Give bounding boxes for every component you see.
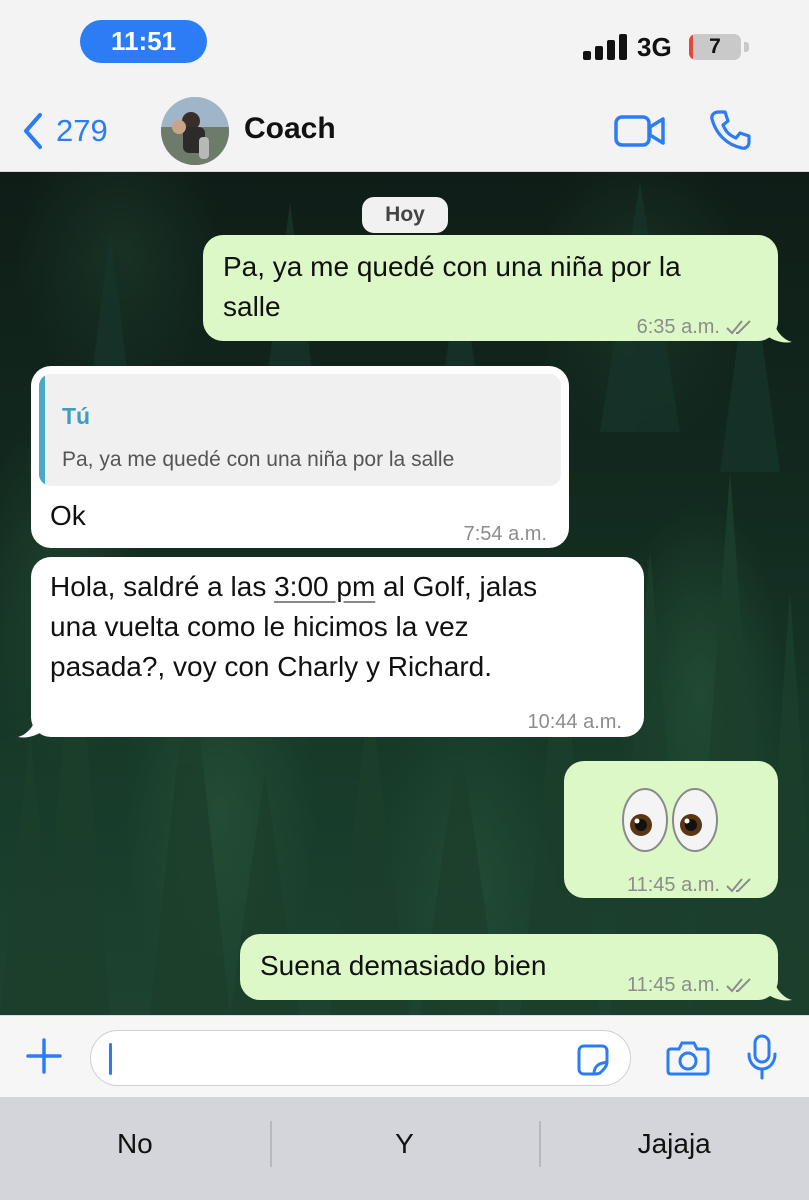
quoted-message[interactable]: Tú Pa, ya me quedé con una niña por la s… <box>39 374 561 486</box>
plus-icon[interactable] <box>24 1036 64 1076</box>
day-separator: Hoy <box>362 197 448 233</box>
double-check-icon <box>726 978 751 993</box>
message-time: 7:54 a.m. <box>463 523 547 545</box>
message-meta: 11:45 a.m. <box>627 865 756 905</box>
bubble-tail <box>764 322 792 343</box>
message-outgoing[interactable]: 11:45 a.m. <box>564 761 778 898</box>
microphone-icon[interactable] <box>746 1034 778 1080</box>
contact-avatar[interactable] <box>161 97 229 165</box>
battery-level: 7 <box>709 35 721 58</box>
suggestion-1[interactable]: No <box>0 1097 270 1191</box>
message-text-line: Hola, saldré a las 3:00 pm al Golf, jala… <box>50 567 537 607</box>
message-outgoing[interactable]: Pa, ya me quedé con una niña por la sall… <box>203 235 778 341</box>
avatar-photo <box>161 97 229 165</box>
battery-cap <box>744 42 749 52</box>
message-text-line: salle <box>223 291 281 322</box>
bubble-tail <box>18 717 46 738</box>
message-meta: 6:35 a.m. <box>637 307 756 347</box>
message-text: Ok <box>50 500 86 531</box>
sticker-icon[interactable] <box>576 1043 610 1077</box>
double-check-icon <box>726 320 751 335</box>
message-time: 6:35 a.m. <box>636 316 720 338</box>
message-incoming[interactable]: Hola, saldré a las 3:00 pm al Golf, jala… <box>31 557 644 737</box>
message-incoming[interactable]: Tú Pa, ya me quedé con una niña por la s… <box>31 366 569 548</box>
network-type: 3G <box>637 32 672 62</box>
message-time: 11:45 a.m. <box>626 974 720 996</box>
video-call-icon[interactable] <box>614 114 666 148</box>
camera-icon[interactable] <box>666 1040 710 1076</box>
bubble-tail <box>764 980 792 1001</box>
message-meta: 10:44 a.m. <box>527 702 622 742</box>
message-text-line: pasada?, voy con Charly y Richard. <box>50 651 492 682</box>
eyes-emoji-icon <box>622 788 718 852</box>
status-time: 11:51 <box>80 20 207 63</box>
double-check-icon <box>726 878 751 893</box>
unread-count: 279 <box>56 113 108 148</box>
time-link[interactable]: 3:00 pm <box>274 571 375 602</box>
suggestion-3[interactable]: Jajaja <box>539 1097 809 1191</box>
message-time: 11:45 a.m. <box>626 874 720 896</box>
chevron-left-icon <box>24 113 42 149</box>
top-bar: 11:51 3G 7 279 Coach <box>0 0 809 172</box>
message-text-line: una vuelta como le hicimos la vez <box>50 611 469 642</box>
message-composer <box>0 1015 809 1097</box>
quote-bar <box>39 374 45 486</box>
message-text-line: Pa, ya me quedé con una niña por la <box>223 251 681 282</box>
phone-icon[interactable] <box>709 109 751 151</box>
signal-icon <box>583 34 627 60</box>
quote-text: Pa, ya me quedé con una niña por la sall… <box>62 448 455 471</box>
text-caret <box>109 1043 112 1075</box>
message-text-before: Hola, saldré a las <box>50 571 275 602</box>
message-input[interactable] <box>90 1030 631 1086</box>
back-button[interactable]: 279 <box>22 110 108 152</box>
message-text-after: al Golf, jalas <box>375 571 538 602</box>
message-meta: 7:54 a.m. <box>464 514 547 554</box>
message-text: Suena demasiado bien <box>260 950 547 981</box>
quote-author: Tú <box>62 403 91 429</box>
message-time: 10:44 a.m. <box>527 711 622 733</box>
battery-icon: 7 <box>689 34 741 60</box>
keyboard-suggestions: No Y Jajaja <box>0 1097 809 1200</box>
suggestion-2[interactable]: Y <box>269 1097 540 1191</box>
chat-area[interactable]: Hoy Pa, ya me quedé con una niña por la … <box>0 172 809 1015</box>
message-outgoing[interactable]: Suena demasiado bien 11:45 a.m. <box>240 934 778 1000</box>
contact-name[interactable]: Coach <box>244 112 336 146</box>
message-meta: 11:45 a.m. <box>627 965 756 1005</box>
